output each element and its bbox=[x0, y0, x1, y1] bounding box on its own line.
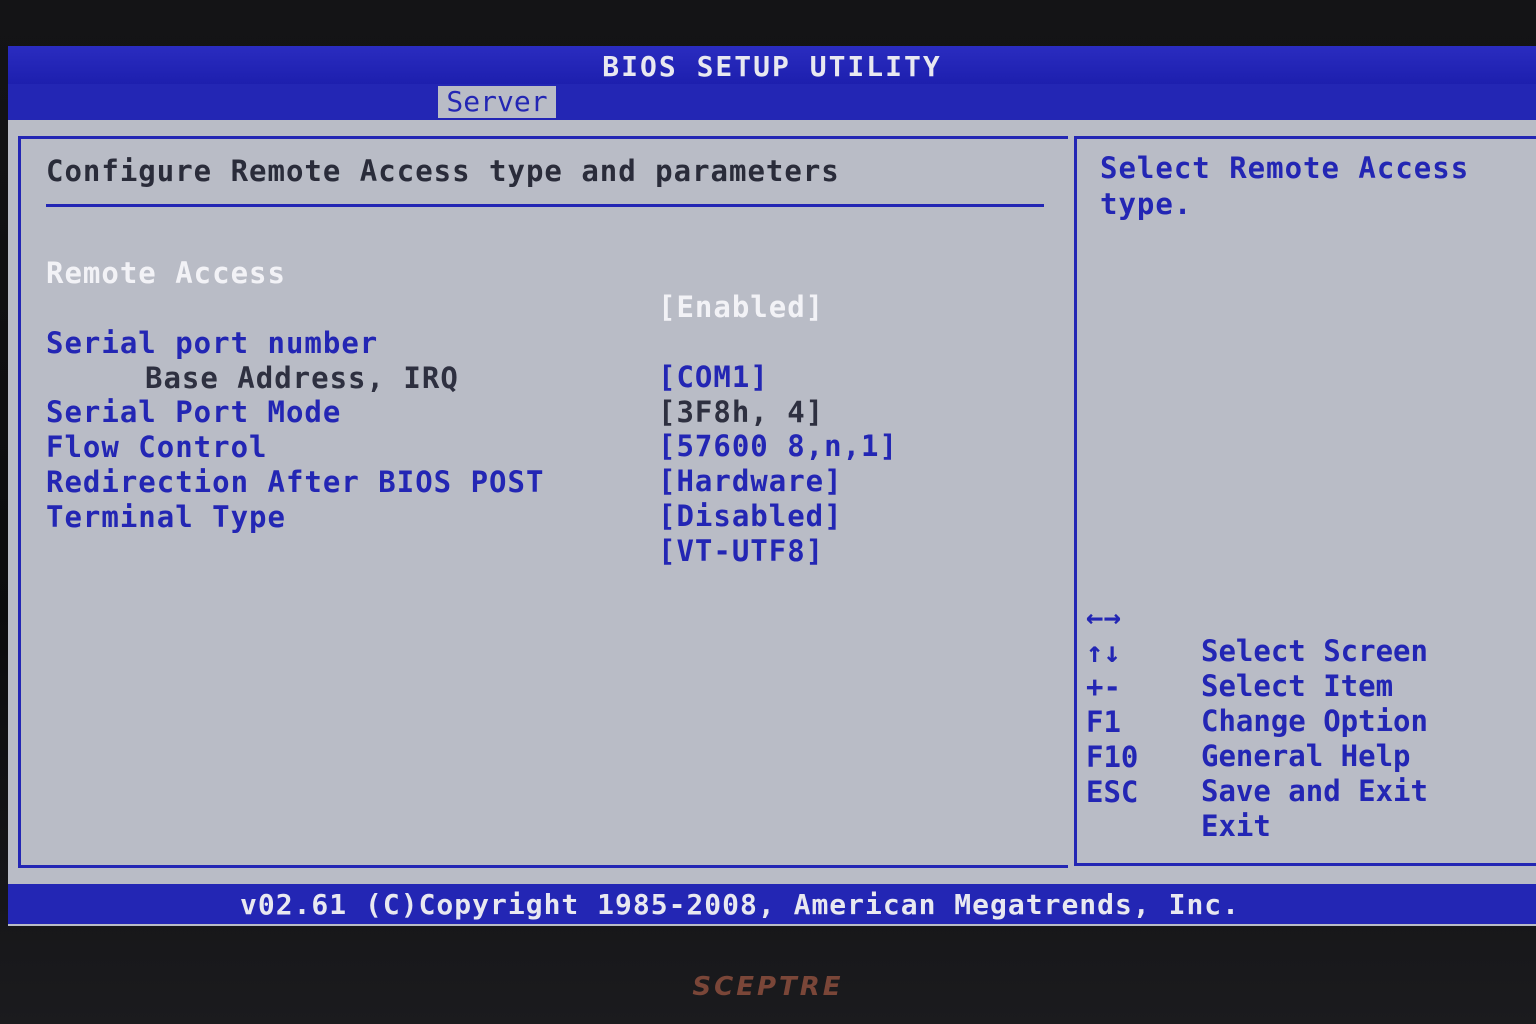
setting-value[interactable]: [COM1] bbox=[658, 360, 769, 394]
key-legend-item: F1 General Help bbox=[1086, 671, 1536, 773]
setting-terminal-type[interactable]: Terminal Type [VT-UTF8] bbox=[8, 466, 823, 602]
key-legend-item: +- Change Option bbox=[1086, 636, 1536, 738]
setting-label: Redirection After BIOS POST bbox=[46, 465, 545, 499]
page-title: Configure Remote Access type and paramet… bbox=[46, 154, 840, 188]
tab-bar: Server bbox=[8, 84, 1536, 120]
copyright-text: v02.61 (C)Copyright 1985-2008, American … bbox=[240, 888, 1241, 921]
heading-divider bbox=[46, 204, 1044, 207]
key-legend-item: ESC Exit bbox=[1086, 741, 1536, 843]
setting-label: Serial port number bbox=[46, 326, 379, 360]
setting-value[interactable]: [Disabled] bbox=[658, 499, 843, 533]
help-text: Select Remote Access type. bbox=[1100, 151, 1470, 221]
key-name: ESC bbox=[1086, 775, 1139, 809]
setting-value[interactable]: [57600 8,n,1] bbox=[658, 429, 898, 463]
key-description: Exit bbox=[1201, 809, 1271, 843]
key-legend-item: ↑↓ Select Item bbox=[1086, 601, 1536, 703]
setting-label: Terminal Type bbox=[46, 500, 286, 534]
status-bar: v02.61 (C)Copyright 1985-2008, American … bbox=[8, 884, 1536, 924]
window-title: BIOS SETUP UTILITY bbox=[8, 46, 1536, 84]
setting-value[interactable]: [VT-UTF8] bbox=[658, 534, 824, 568]
setting-label: Remote Access bbox=[46, 256, 286, 290]
setting-value[interactable]: [Hardware] bbox=[658, 464, 843, 498]
tab-server[interactable]: Server bbox=[438, 86, 556, 118]
setting-label: Serial Port Mode bbox=[46, 395, 342, 429]
setting-value: [3F8h, 4] bbox=[658, 395, 825, 429]
bios-screen: BIOS SETUP UTILITY Server Configure Remo… bbox=[8, 46, 1536, 926]
monitor-logo: SCEPTRE bbox=[692, 972, 844, 1002]
key-description: Save and Exit bbox=[1201, 774, 1428, 808]
key-legend-item: ←→ Select Screen bbox=[1086, 566, 1536, 668]
setting-value[interactable]: [Enabled] bbox=[658, 290, 824, 324]
key-legend-item: F10 Save and Exit bbox=[1086, 706, 1536, 808]
setting-label: Base Address, IRQ bbox=[145, 361, 459, 395]
